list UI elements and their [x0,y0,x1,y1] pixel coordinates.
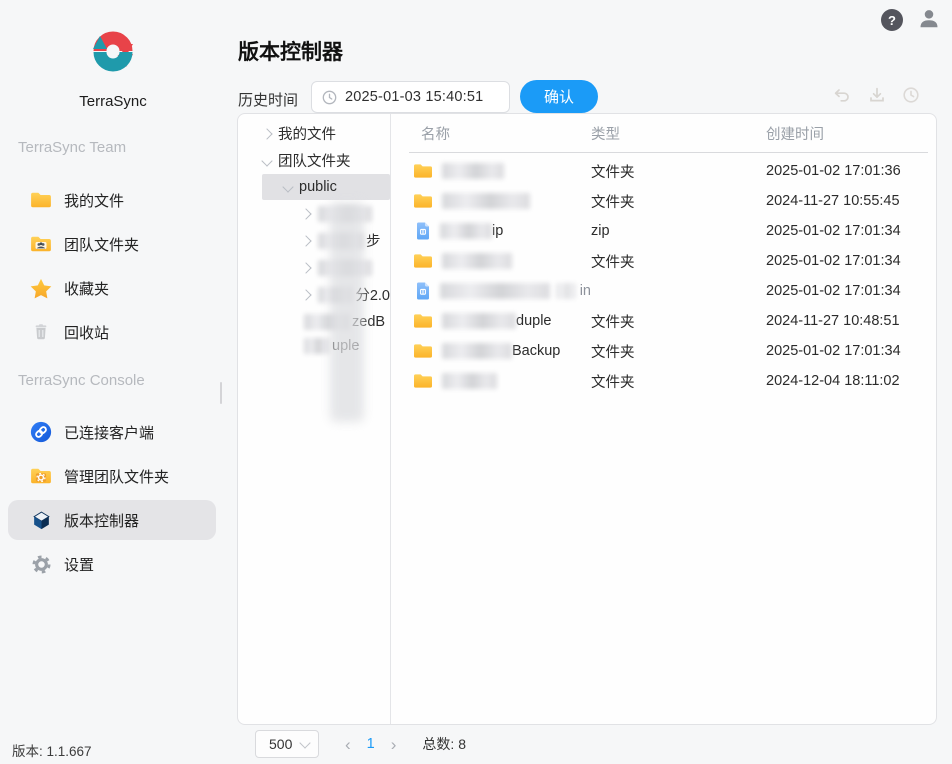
tree-item-label: 团队文件夹 [278,150,351,171]
folder-icon [413,192,433,210]
sidebar-item-team-folders[interactable]: 团队文件夹 [8,224,216,264]
column-header-created[interactable]: 创建时间 [766,123,824,144]
content-panel: 我的文件 团队文件夹 public 步 分2.0 [237,113,937,725]
sidebar-item-my-files[interactable]: 我的文件 [8,180,216,220]
page-size-select[interactable]: 500 [255,730,319,758]
column-header-name[interactable]: 名称 [421,123,591,144]
section-terrasync-console: TerraSync Console [18,372,145,389]
current-page[interactable]: 1 [367,736,375,752]
page-title: 版本控制器 [238,36,343,66]
sidebar-item-label: 已连接客户端 [64,422,154,443]
datetime-input[interactable]: 2025-01-03 15:40:51 [311,81,510,113]
confirm-button[interactable]: 确认 [520,80,598,113]
datetime-value: 2025-01-03 15:40:51 [345,89,483,105]
folder-gear-icon [30,465,52,487]
table-row[interactable]: 文件夹 2025-01-02 17:01:36 [391,156,936,186]
download-icon[interactable] [867,85,887,105]
folder-icon [413,342,433,360]
folder-icon [413,372,433,390]
sidebar-item-label: 收藏夹 [64,278,109,299]
tree-item-my-files[interactable]: 我的文件 [238,120,390,147]
sidebar-item-label: 设置 [64,554,94,575]
tree-item-public[interactable]: public [262,174,390,200]
link-icon [30,421,52,443]
folder-icon [413,252,433,270]
history-time-label: 历史时间 [238,89,298,110]
sidebar-item-settings[interactable]: 设置 [8,544,216,584]
zip-file-icon [415,282,431,300]
chevron-down-icon[interactable] [261,155,272,166]
tree-item-label: 我的文件 [278,123,336,144]
tree-item-label: 步 [366,230,381,251]
zip-file-icon [415,222,431,240]
chevron-right-icon[interactable] [300,208,311,219]
tree-item-redacted[interactable] [238,254,390,281]
table-row[interactable]: 文件夹 2024-12-04 18:11:02 [391,366,936,396]
tree-item-redacted[interactable]: 分2.0 [238,281,390,308]
table-row[interactable]: 文件夹 2024-11-27 10:55:45 [391,186,936,216]
chevron-down-icon[interactable] [282,181,293,192]
column-header-type[interactable]: 类型 [591,123,766,144]
sidebar: TerraSync TerraSync Team 我的文件 团队文件夹 收藏夹 … [0,0,226,764]
folder-icon [30,189,52,211]
section-terrasync-team: TerraSync Team [18,139,126,156]
tree-item-team-folders[interactable]: 团队文件夹 [238,147,390,174]
sidebar-item-manage-team-folders[interactable]: 管理团队文件夹 [8,456,216,496]
sidebar-resize-handle[interactable] [220,382,222,404]
folder-icon [413,312,433,330]
page-size-value: 500 [269,736,292,752]
redaction-blob [330,202,364,422]
sync-logo-icon [87,18,139,84]
table-row[interactable]: in 2025-01-02 17:01:34 [391,276,936,306]
trash-icon [30,321,52,343]
sidebar-item-connected-clients[interactable]: 已连接客户端 [8,412,216,452]
folder-icon [413,162,433,180]
chevron-down-icon [299,737,310,748]
question-mark-icon: ? [888,13,896,28]
prev-page-button[interactable]: ‹ [345,736,351,753]
tree-item-redacted[interactable]: 步 [238,227,390,254]
sidebar-item-favorites[interactable]: 收藏夹 [8,268,216,308]
file-table: 名称 类型 创建时间 文件夹 2025-01-02 17:01:36 文件夹 2… [391,114,936,724]
table-row[interactable]: 文件夹 2025-01-02 17:01:34 [391,246,936,276]
star-icon [30,277,52,299]
sidebar-item-version-controller[interactable]: 版本控制器 [8,500,216,540]
table-row[interactable]: Backup 文件夹 2025-01-02 17:01:34 [391,336,936,366]
history-icon[interactable] [901,85,921,105]
sidebar-item-label: 管理团队文件夹 [64,466,169,487]
user-avatar-button[interactable] [917,7,941,31]
cube-icon [30,509,52,531]
tree-item-redacted[interactable] [238,200,390,227]
tree-item-redacted[interactable]: uple [238,335,390,357]
table-row[interactable]: duple 文件夹 2024-11-27 10:48:51 [391,306,936,336]
app-version: 版本: 1.1.667 [12,740,92,760]
table-header: 名称 类型 创建时间 [391,114,936,152]
header-divider [409,152,928,153]
tree-item-redacted[interactable]: zedB [238,308,390,335]
clock-icon [322,90,337,105]
sidebar-item-label: 回收站 [64,322,109,343]
brand-name: TerraSync [0,93,226,110]
pagination: 500 ‹ 1 › 总数: 8 [255,730,466,758]
sidebar-item-label: 版本控制器 [64,510,139,531]
chevron-right-icon[interactable] [300,289,311,300]
sidebar-item-label: 我的文件 [64,190,124,211]
gear-icon [30,553,52,575]
tree-item-label: public [299,179,337,195]
undo-icon[interactable] [831,85,851,105]
total-count: 总数: 8 [422,734,466,754]
chevron-right-icon[interactable] [261,128,272,139]
next-page-button[interactable]: › [391,736,397,753]
help-button[interactable]: ? [881,9,903,31]
folder-tree: 我的文件 团队文件夹 public 步 分2.0 [238,114,391,724]
chevron-right-icon[interactable] [300,262,311,273]
team-folder-icon [30,233,52,255]
person-icon [917,7,941,31]
table-row[interactable]: ip zip 2025-01-02 17:01:34 [391,216,936,246]
sidebar-item-label: 团队文件夹 [64,234,139,255]
app-logo: TerraSync [0,18,226,110]
sidebar-item-recycle-bin[interactable]: 回收站 [8,312,216,352]
chevron-right-icon[interactable] [300,235,311,246]
